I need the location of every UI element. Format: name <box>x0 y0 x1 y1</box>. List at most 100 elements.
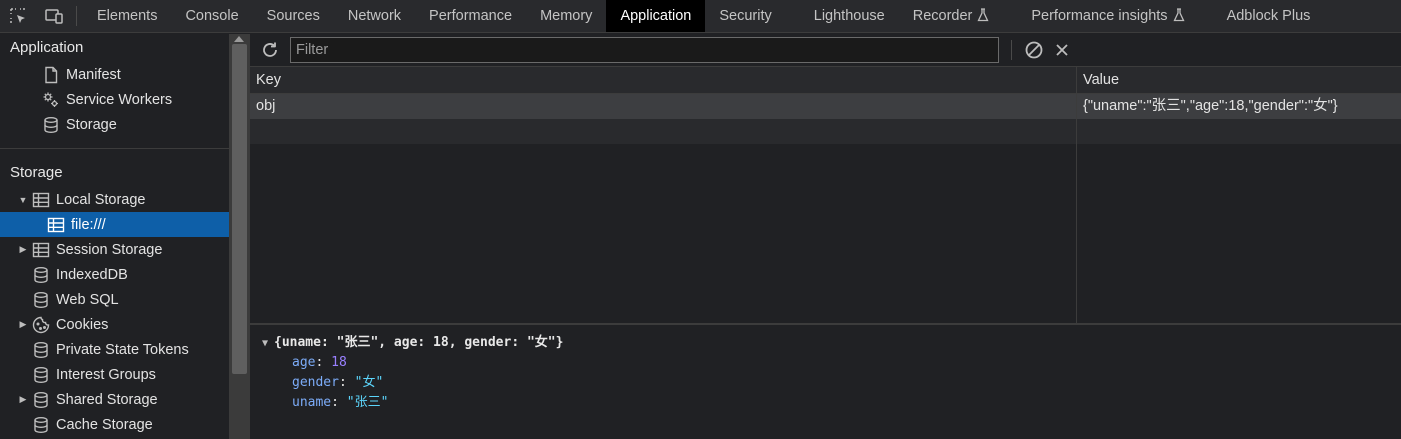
toolbar-divider <box>76 6 77 26</box>
tab-adblock-plus[interactable]: Adblock Plus <box>1199 0 1325 32</box>
collapse-arrow-icon[interactable]: ▶ <box>18 394 28 405</box>
tab-label: Security <box>719 8 772 24</box>
device-toolbar-icon[interactable] <box>36 0 72 32</box>
sidebar-item-local-storage[interactable]: ▼ Local Storage <box>0 187 229 212</box>
property-key: age <box>292 355 316 370</box>
sidebar-item-manifest[interactable]: Manifest <box>0 62 229 87</box>
gears-icon <box>40 91 62 109</box>
storage-toolbar <box>250 34 1401 67</box>
sidebar-item-cookies[interactable]: ▶ Cookies <box>0 312 229 337</box>
tab-label: Adblock Plus <box>1226 8 1311 24</box>
sidebar-item-file[interactable]: file:/// <box>0 212 229 237</box>
tab-lighthouse[interactable]: Lighthouse <box>786 0 899 32</box>
refresh-icon[interactable] <box>250 40 290 60</box>
sidebar-item-label: Cache Storage <box>56 416 153 433</box>
experimental-flask-icon <box>977 8 989 24</box>
property-value: "张三" <box>346 395 389 410</box>
sidebar-item-shared-storage[interactable]: ▶ Shared Storage <box>0 387 229 412</box>
cell-key[interactable] <box>250 119 1077 144</box>
table-icon <box>30 191 52 209</box>
column-header-value[interactable]: Value <box>1077 67 1401 93</box>
sidebar-item-label: file:/// <box>71 216 106 233</box>
sidebar-item-storage[interactable]: Storage <box>0 112 229 137</box>
sidebar-item-private-state-tokens[interactable]: Private State Tokens <box>0 337 229 362</box>
scrollbar-thumb[interactable] <box>232 44 247 374</box>
filter-input[interactable] <box>290 37 999 63</box>
expand-arrow-icon[interactable]: ▼ <box>18 195 28 205</box>
sidebar-item-label: Cookies <box>56 316 109 333</box>
table-icon <box>30 241 52 259</box>
table-icon <box>45 216 67 234</box>
database-icon <box>30 391 52 409</box>
tab-sources[interactable]: Sources <box>253 0 334 32</box>
sidebar-item-interest-groups[interactable]: Interest Groups <box>0 362 229 387</box>
tab-label: Memory <box>540 8 593 24</box>
tab-label: Elements <box>97 8 158 24</box>
preview-property[interactable]: uname: "张三" <box>262 393 1401 413</box>
grid-empty-area <box>250 144 1077 323</box>
storage-main-pane: Key Value obj{"uname":"张三","age":18,"gen… <box>250 34 1401 439</box>
property-key: gender <box>292 375 339 390</box>
property-colon: : <box>315 355 332 370</box>
storage-data-grid: Key Value obj {"uname":"张三","age":18,"gen… <box>250 67 1401 325</box>
delete-selected-icon[interactable] <box>1048 36 1076 64</box>
sidebar-item-session-storage[interactable]: ▶ Session Storage <box>0 237 229 262</box>
inspect-element-icon[interactable] <box>0 0 36 32</box>
sidebar-item-indexeddb[interactable]: IndexedDB <box>0 262 229 287</box>
tab-label: Application <box>620 8 692 24</box>
property-colon: : <box>331 395 347 410</box>
cell-value[interactable] <box>1077 119 1401 144</box>
cell-key[interactable]: obj <box>250 94 1077 119</box>
table-row[interactable] <box>250 119 1401 144</box>
preview-property[interactable]: gender: "女" <box>262 373 1401 393</box>
tab-memory[interactable]: Memory <box>526 0 606 32</box>
sidebar-item-label: IndexedDB <box>56 266 128 283</box>
tab-security[interactable]: Security <box>705 0 785 32</box>
tab-label: Network <box>347 8 402 24</box>
property-key: uname <box>292 395 332 410</box>
database-icon <box>30 416 52 434</box>
sidebar-item-label: Manifest <box>66 66 121 83</box>
tab-recorder[interactable]: Recorder <box>899 0 1004 32</box>
tab-performance[interactable]: Performance <box>415 0 526 32</box>
tab-console[interactable]: Console <box>171 0 252 32</box>
tab-label: Performance <box>429 8 513 24</box>
sidebar-item-label: Service Workers <box>66 91 173 108</box>
sidebar-scrollbar[interactable] <box>229 34 250 439</box>
sidebar-item-web-sql[interactable]: Web SQL <box>0 287 229 312</box>
grid-header: Key Value <box>250 67 1401 94</box>
tab-performance-insights[interactable]: Performance insights <box>1003 0 1198 32</box>
cell-value[interactable]: {"uname":"张三","age":18,"gender":"女"} <box>1077 94 1401 119</box>
database-icon <box>30 291 52 309</box>
property-value: 18 <box>331 355 347 370</box>
tab-label: Lighthouse <box>813 8 885 24</box>
sidebar-item-cache-storage[interactable]: Cache Storage <box>0 412 229 437</box>
database-icon <box>40 116 62 134</box>
preview-summary-line[interactable]: ▼ {uname: "张三", age: 18, gender: "女"} <box>262 333 1401 353</box>
sidebar-item-label: Shared Storage <box>56 391 158 408</box>
tab-network[interactable]: Network <box>334 0 415 32</box>
column-header-key[interactable]: Key <box>250 67 1077 93</box>
clear-all-icon[interactable] <box>1020 36 1048 64</box>
tab-elements[interactable]: Elements <box>83 0 171 32</box>
scroll-up-arrow-icon[interactable] <box>234 36 244 42</box>
sidebar-item-label: Local Storage <box>56 191 146 208</box>
tab-application[interactable]: Application <box>606 0 706 32</box>
database-icon <box>30 341 52 359</box>
tab-label: Recorder <box>912 8 973 24</box>
cookie-icon <box>30 316 52 334</box>
experimental-flask-icon <box>1173 8 1185 24</box>
sidebar-item-label: Private State Tokens <box>56 341 189 358</box>
collapse-arrow-icon[interactable]: ▶ <box>18 319 28 330</box>
tab-label: Sources <box>266 8 320 24</box>
preview-summary: {uname: "张三", age: 18, gender: "女"} <box>274 335 564 350</box>
collapse-arrow-icon[interactable]: ▶ <box>18 244 28 255</box>
sidebar-divider <box>0 148 229 149</box>
expand-triangle-icon[interactable]: ▼ <box>262 334 274 354</box>
table-row[interactable]: obj {"uname":"张三","age":18,"gender":"女"} <box>250 94 1401 119</box>
preview-property[interactable]: age: 18 <box>262 353 1401 373</box>
property-colon: : <box>338 375 355 390</box>
property-value: "女" <box>354 375 384 390</box>
sidebar-item-service-workers[interactable]: Service Workers <box>0 87 229 112</box>
tab-label: Performance insights <box>1031 8 1168 24</box>
